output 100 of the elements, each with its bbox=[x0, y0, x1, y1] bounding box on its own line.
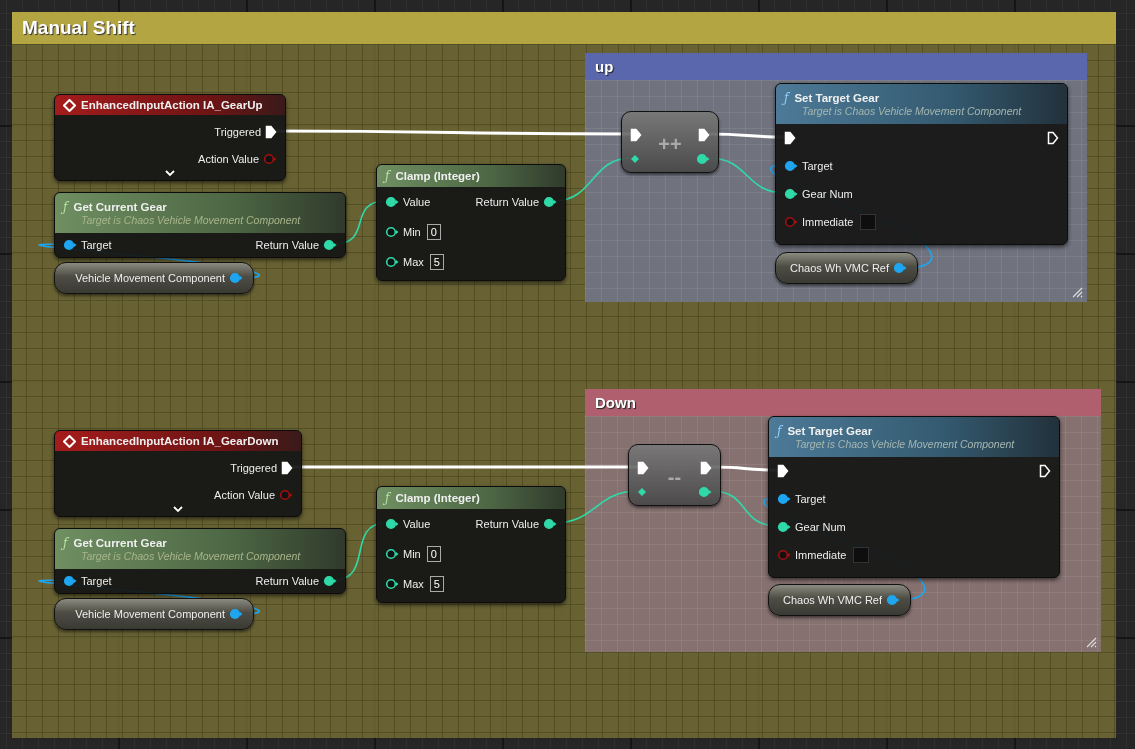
pin-icon[interactable] bbox=[385, 548, 399, 560]
node-subtitle: Target is Chaos Vehicle Movement Component bbox=[80, 550, 302, 562]
resize-grip-icon[interactable] bbox=[1071, 286, 1083, 298]
pin-icon[interactable] bbox=[784, 188, 798, 200]
node-title: Set Target Gear bbox=[794, 92, 880, 104]
exec-pin-icon[interactable] bbox=[698, 128, 710, 142]
pin-icon[interactable] bbox=[543, 518, 557, 530]
pin-icon[interactable] bbox=[543, 196, 557, 208]
pin-label: Action Value bbox=[198, 152, 259, 165]
value-field[interactable]: 5 bbox=[429, 254, 444, 270]
pin-icon[interactable] bbox=[385, 196, 399, 208]
exec-pin-icon[interactable] bbox=[700, 461, 712, 475]
exec-pin-icon[interactable] bbox=[1047, 131, 1059, 145]
function-icon: ƒ bbox=[777, 424, 782, 438]
node-subtitle: Target is Chaos Vehicle Movement Component bbox=[801, 105, 1023, 117]
node-title: Clamp (Integer) bbox=[395, 492, 480, 504]
pin-icon[interactable] bbox=[323, 575, 337, 587]
exec-pin-icon[interactable] bbox=[784, 131, 796, 145]
function-node[interactable]: ƒ Get Current Gear Target is Chaos Vehicle Movement Component Target Return Value bbox=[54, 192, 346, 258]
node-title: Get Current Gear bbox=[73, 201, 167, 213]
resize-grip-icon[interactable] bbox=[1085, 636, 1097, 648]
function-icon: ƒ bbox=[385, 169, 390, 183]
chevron-down-icon[interactable] bbox=[165, 170, 175, 177]
pin-icon[interactable] bbox=[385, 256, 399, 268]
event-diamond-icon bbox=[63, 98, 76, 112]
group-header[interactable]: Down bbox=[585, 389, 1101, 416]
group-header[interactable]: up bbox=[585, 53, 1087, 80]
variable-node[interactable]: Vehicle Movement Component bbox=[54, 262, 254, 294]
exec-pin-icon[interactable] bbox=[637, 461, 649, 475]
pin-icon[interactable] bbox=[698, 486, 712, 498]
pin-label: Max bbox=[403, 256, 424, 268]
pin-label: Immediate bbox=[802, 216, 854, 228]
pin-label: Action Value bbox=[214, 488, 275, 501]
event-diamond-icon bbox=[63, 434, 76, 448]
function-node[interactable]: ƒ Clamp (Integer) Value Min 0 Max 5 Return Value bbox=[376, 486, 566, 603]
pin-label: Target bbox=[795, 493, 826, 505]
variable-node[interactable]: Chaos Wh VMC Ref bbox=[768, 584, 911, 616]
node-title: EnhancedInputAction IA_GearDown bbox=[81, 435, 279, 447]
pin-icon[interactable] bbox=[385, 578, 399, 590]
function-node[interactable]: ƒ Set Target Gear Target is Chaos Vehicle Movement Component Target Gear Num Immediate bbox=[768, 416, 1060, 578]
pin-label: Value bbox=[403, 518, 431, 530]
chevron-down-icon[interactable] bbox=[173, 506, 183, 513]
function-node[interactable]: ƒ Clamp (Integer) Value Min 0 Max 5 Return Value bbox=[376, 164, 566, 281]
pin-label: Return Value bbox=[475, 518, 539, 530]
pin-icon[interactable] bbox=[777, 493, 791, 505]
pin-label: Target bbox=[81, 575, 112, 587]
pin-label: Return Value bbox=[255, 575, 319, 587]
operator-symbol: ++ bbox=[658, 133, 682, 156]
function-icon: ƒ bbox=[63, 200, 68, 214]
function-node[interactable]: ƒ Set Target Gear Target is Chaos Vehicle Movement Component Target Gear Num Immediate bbox=[775, 83, 1068, 245]
pin-icon[interactable] bbox=[385, 518, 399, 530]
exec-pin-icon[interactable] bbox=[1039, 464, 1051, 478]
checkbox[interactable] bbox=[860, 214, 877, 230]
group-title: up bbox=[595, 58, 614, 75]
variable-node[interactable]: Chaos Wh VMC Ref bbox=[775, 252, 918, 284]
pin-label: Triggered bbox=[230, 461, 277, 474]
pin-label: Return Value bbox=[475, 196, 539, 208]
node-title: Get Current Gear bbox=[73, 537, 167, 549]
checkbox[interactable] bbox=[853, 547, 870, 563]
pin-icon[interactable] bbox=[784, 160, 798, 172]
pin-label: Return Value bbox=[255, 239, 319, 251]
value-field[interactable]: 0 bbox=[426, 546, 441, 562]
event-node[interactable]: EnhancedInputAction IA_GearUp Triggered Action Value bbox=[54, 94, 286, 181]
node-title: Set Target Gear bbox=[787, 425, 873, 437]
pin-icon[interactable] bbox=[385, 226, 399, 238]
pin-icon[interactable] bbox=[63, 239, 77, 251]
variable-label: Vehicle Movement Component bbox=[75, 608, 225, 620]
pin-label: Gear Num bbox=[795, 521, 846, 533]
pin-icon[interactable] bbox=[777, 521, 791, 533]
exec-pin-icon[interactable] bbox=[265, 124, 277, 139]
pin-label: Min bbox=[403, 548, 421, 560]
exec-pin-icon[interactable] bbox=[281, 460, 293, 475]
pin-icon[interactable] bbox=[696, 153, 710, 165]
pin-label: Gear Num bbox=[802, 188, 853, 200]
pin-label: Target bbox=[81, 239, 112, 251]
variable-label: Chaos Wh VMC Ref bbox=[789, 262, 889, 274]
value-field[interactable]: 5 bbox=[429, 576, 444, 592]
exec-pin-icon[interactable] bbox=[777, 464, 789, 478]
pin-icon[interactable] bbox=[63, 575, 77, 587]
pin-icon[interactable] bbox=[323, 239, 337, 251]
variable-node[interactable]: Vehicle Movement Component bbox=[54, 598, 254, 630]
function-icon: ƒ bbox=[63, 536, 68, 550]
diamond-pin-icon[interactable] bbox=[637, 487, 647, 497]
diamond-pin-icon[interactable] bbox=[630, 154, 640, 164]
node-subtitle: Target is Chaos Vehicle Movement Component bbox=[80, 214, 302, 226]
node-title: Clamp (Integer) bbox=[395, 170, 480, 182]
pin-label: Value bbox=[403, 196, 431, 208]
event-node[interactable]: EnhancedInputAction IA_GearDown Triggered Action Value bbox=[54, 430, 302, 517]
variable-label: Vehicle Movement Component bbox=[75, 272, 225, 284]
node-subtitle: Target is Chaos Vehicle Movement Component bbox=[794, 438, 1016, 450]
variable-label: Chaos Wh VMC Ref bbox=[782, 594, 882, 606]
pin-label: Max bbox=[403, 578, 424, 590]
function-node[interactable]: ƒ Get Current Gear Target is Chaos Vehicle Movement Component Target Return Value bbox=[54, 528, 346, 594]
exec-pin-icon[interactable] bbox=[630, 128, 642, 142]
function-icon: ƒ bbox=[385, 491, 390, 505]
pin-label: Immediate bbox=[795, 549, 847, 561]
value-field[interactable]: 0 bbox=[426, 224, 441, 240]
group-title: Down bbox=[595, 394, 636, 411]
operator-symbol: -- bbox=[667, 466, 682, 489]
pin-label: Min bbox=[403, 226, 421, 238]
